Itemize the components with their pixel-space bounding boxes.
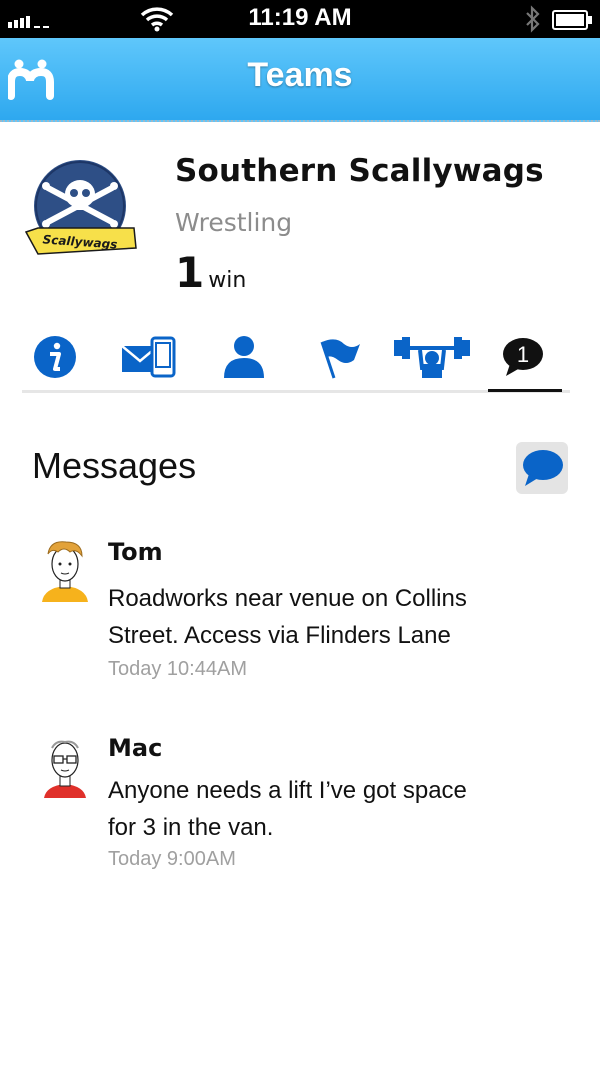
person-icon	[224, 336, 264, 378]
status-bar: 11:19 AM	[0, 0, 600, 38]
compose-message-button[interactable]	[516, 442, 568, 494]
team-name: Southern Scallywags	[175, 153, 544, 189]
message-body-line: for 3 in the van.	[108, 814, 274, 841]
bluetooth-icon	[526, 5, 540, 33]
message-body-line: Anyone needs a lift I’ve got space	[108, 777, 467, 804]
message-timestamp: Today 10:44AM	[108, 658, 247, 680]
tab-messaging[interactable]	[120, 330, 200, 390]
message-sender: Mac	[108, 734, 163, 762]
tab-info[interactable]	[32, 330, 112, 390]
record-count: 1	[175, 248, 205, 297]
speech-bubble-icon	[523, 450, 563, 486]
message-timestamp: Today 9:00AM	[108, 848, 236, 870]
status-time: 11:19 AM	[248, 4, 352, 31]
message-body: Anyone needs a lift I’ve got space for 3…	[108, 772, 578, 846]
tab-members[interactable]	[220, 330, 300, 390]
message-body-line: Street. Access via Flinders Lane	[108, 622, 451, 649]
team-tab-bar: 1	[22, 330, 570, 393]
info-icon	[34, 336, 76, 378]
nav-bar: Teams	[0, 38, 600, 122]
record-unit: win	[208, 268, 247, 293]
message-sender: Tom	[108, 538, 163, 566]
message-body-line: Roadworks near venue on Collins	[108, 585, 467, 612]
message-body: Roadworks near venue on Collins Street. …	[108, 580, 578, 654]
avatar	[44, 740, 86, 798]
team-logo: Scallywags	[24, 160, 137, 255]
tab-badge-count: 1	[517, 342, 529, 367]
team-record: 1 win	[175, 248, 246, 297]
tab-messages[interactable]: 1	[488, 330, 562, 392]
tab-training[interactable]	[394, 330, 474, 390]
flag-icon	[320, 339, 360, 379]
message-phone-icon	[121, 336, 176, 378]
tab-events[interactable]	[314, 330, 394, 390]
avatar	[42, 541, 88, 602]
nav-title: Teams	[247, 56, 353, 94]
chat-badge-icon: 1	[503, 338, 543, 376]
messages-heading: Messages	[32, 445, 197, 486]
battery-icon	[552, 10, 592, 30]
team-sport: Wrestling	[175, 208, 293, 237]
weightlifter-icon	[394, 337, 470, 378]
